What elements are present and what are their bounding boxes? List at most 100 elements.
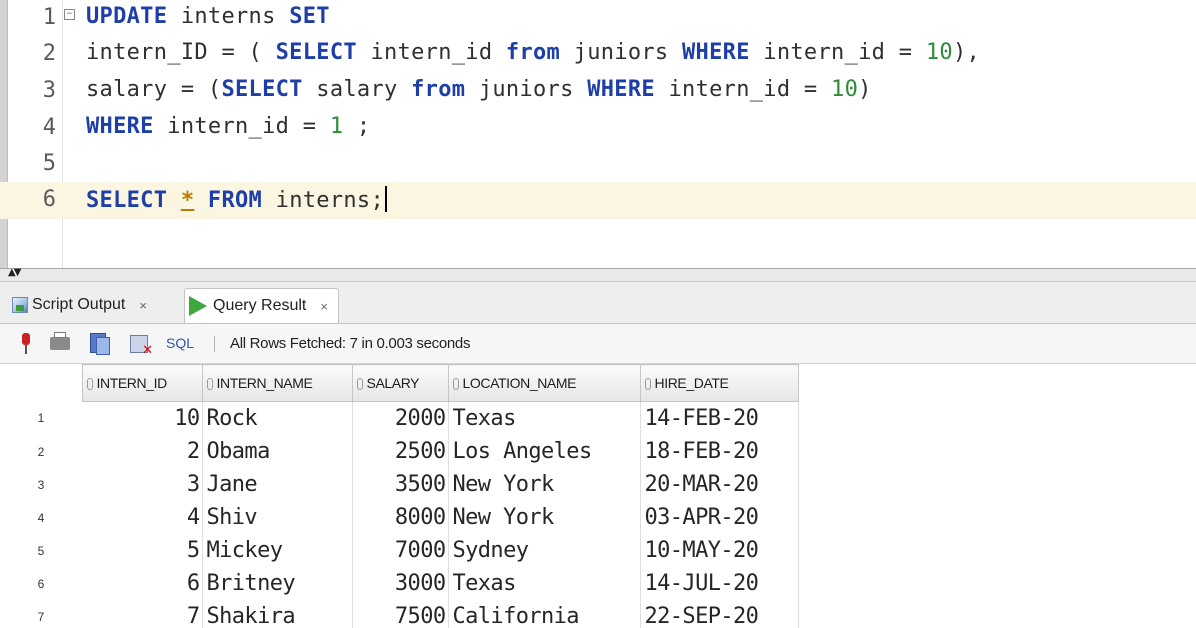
cell-hire-date[interactable]: 22-SEP-20 bbox=[640, 600, 799, 628]
sql-number: 10 bbox=[925, 40, 953, 65]
cell-intern-name[interactable]: Shakira bbox=[202, 600, 353, 628]
sql-editor[interactable]: 1 − UPDATE interns SET 2 intern_ID = ( S… bbox=[0, 0, 1196, 268]
cell-intern-id[interactable]: 4 bbox=[82, 501, 203, 534]
toolbar-separator bbox=[214, 336, 215, 352]
cell-hire-date[interactable]: 10-MAY-20 bbox=[640, 534, 799, 567]
cell-hire-date[interactable]: 14-FEB-20 bbox=[640, 401, 799, 435]
sort-icon bbox=[86, 378, 93, 390]
column-header-intern-name[interactable]: INTERN_NAME bbox=[201, 364, 353, 402]
sql-number: 10 bbox=[831, 77, 859, 102]
cell-location-name[interactable]: New York bbox=[448, 468, 641, 501]
table-row[interactable]: 5 5 Mickey 7000 Sydney 10-MAY-20 bbox=[0, 534, 799, 567]
code-line-1[interactable]: 1 − UPDATE interns SET bbox=[0, 0, 1196, 37]
row-number: 6 bbox=[37, 576, 45, 591]
query-result-grid[interactable]: INTERN_ID INTERN_NAME SALARY LOCATION_NA… bbox=[0, 364, 1196, 628]
cell-salary[interactable]: 3000 bbox=[352, 567, 449, 600]
close-icon[interactable]: × bbox=[320, 299, 328, 314]
cell-salary[interactable]: 7500 bbox=[352, 600, 449, 628]
cell-location-name[interactable]: Sydney bbox=[448, 534, 641, 567]
table-row[interactable]: 3 3 Jane 3500 New York 20-MAR-20 bbox=[0, 468, 799, 501]
tab-script-output[interactable]: Script Output × bbox=[12, 288, 147, 322]
cell-hire-date[interactable]: 20-MAR-20 bbox=[640, 468, 799, 501]
tab-query-result[interactable]: Query Result × bbox=[184, 288, 339, 323]
table-row[interactable]: 2 2 Obama 2500 Los Angeles 18-FEB-20 bbox=[0, 435, 799, 468]
sort-icon bbox=[452, 378, 459, 390]
column-header-salary[interactable]: SALARY bbox=[351, 364, 449, 402]
cell-location-name[interactable]: Texas bbox=[448, 401, 641, 435]
cell-intern-id[interactable]: 5 bbox=[82, 534, 203, 567]
sql-keyword: SELECT bbox=[86, 188, 168, 213]
cell-intern-id[interactable]: 2 bbox=[82, 435, 203, 468]
cell-hire-date[interactable]: 03-APR-20 bbox=[640, 501, 799, 534]
cell-intern-name[interactable]: Obama bbox=[202, 435, 353, 468]
code-line-5[interactable]: 5 bbox=[0, 146, 1196, 183]
code-line-4[interactable]: 4 WHERE intern_id = 1 ; bbox=[0, 110, 1196, 147]
result-toolbar: SQL All Rows Fetched: 7 in 0.003 seconds bbox=[0, 324, 1196, 364]
pin-icon[interactable] bbox=[16, 333, 36, 355]
collapse-arrows-icon[interactable]: ▲▼ bbox=[8, 267, 21, 278]
pane-splitter[interactable]: ▲▼ bbox=[0, 267, 1196, 282]
row-number-header bbox=[0, 364, 83, 402]
cell-salary[interactable]: 2000 bbox=[352, 401, 449, 435]
row-number: 1 bbox=[37, 411, 45, 426]
cell-location-name[interactable]: California bbox=[448, 600, 641, 628]
code-text[interactable]: intern_ID = ( SELECT intern_id from juni… bbox=[86, 40, 980, 65]
cancel-fetch-icon[interactable] bbox=[130, 333, 153, 358]
cell-intern-name[interactable]: Mickey bbox=[202, 534, 353, 567]
close-icon[interactable]: × bbox=[139, 298, 147, 313]
sql-text: intern_id = bbox=[654, 77, 832, 102]
code-text[interactable]: SELECT * FROM interns; bbox=[86, 186, 388, 213]
cell-intern-id[interactable]: 10 bbox=[82, 401, 203, 435]
print-icon[interactable] bbox=[50, 332, 70, 355]
code-line-6-current[interactable]: 6 SELECT * FROM interns; bbox=[0, 182, 1196, 219]
cell-location-name[interactable]: Texas bbox=[448, 567, 641, 600]
cell-salary[interactable]: 2500 bbox=[352, 435, 449, 468]
sql-keyword: SELECT bbox=[221, 77, 303, 102]
code-text[interactable]: UPDATE interns SET bbox=[86, 4, 330, 29]
fold-toggle-icon[interactable]: − bbox=[64, 9, 75, 20]
cell-intern-id[interactable]: 7 bbox=[82, 600, 203, 628]
column-header-hire-date[interactable]: HIRE_DATE bbox=[639, 364, 799, 402]
sql-keyword: SET bbox=[289, 4, 330, 29]
result-table: INTERN_ID INTERN_NAME SALARY LOCATION_NA… bbox=[0, 364, 799, 628]
code-line-2[interactable]: 2 intern_ID = ( SELECT intern_id from ju… bbox=[0, 36, 1196, 73]
cell-intern-name[interactable]: Shiv bbox=[202, 501, 353, 534]
sql-keyword: WHERE bbox=[682, 40, 750, 65]
sql-keyword: from bbox=[411, 77, 466, 102]
cell-intern-name[interactable]: Jane bbox=[202, 468, 353, 501]
code-text[interactable]: salary = (SELECT salary from juniors WHE… bbox=[86, 77, 872, 102]
cell-intern-name[interactable]: Rock bbox=[202, 401, 353, 435]
cell-hire-date[interactable]: 14-JUL-20 bbox=[640, 567, 799, 600]
sql-text: ; bbox=[343, 114, 371, 139]
sql-text: ), bbox=[952, 40, 981, 65]
export-icon[interactable] bbox=[90, 333, 110, 355]
table-row[interactable]: 7 7 Shakira 7500 California 22-SEP-20 bbox=[0, 600, 799, 628]
code-text[interactable]: WHERE intern_id = 1 ; bbox=[86, 114, 370, 139]
line-number: 1 bbox=[42, 5, 56, 30]
cell-salary[interactable]: 3500 bbox=[352, 468, 449, 501]
table-row[interactable]: 4 4 Shiv 8000 New York 03-APR-20 bbox=[0, 501, 799, 534]
cell-hire-date[interactable]: 18-FEB-20 bbox=[640, 435, 799, 468]
column-header-location-name[interactable]: LOCATION_NAME bbox=[447, 364, 641, 402]
cell-salary[interactable]: 8000 bbox=[352, 501, 449, 534]
cell-intern-id[interactable]: 6 bbox=[82, 567, 203, 600]
header-row: INTERN_ID INTERN_NAME SALARY LOCATION_NA… bbox=[0, 364, 799, 402]
cell-location-name[interactable]: New York bbox=[448, 501, 641, 534]
cell-intern-name[interactable]: Britney bbox=[202, 567, 353, 600]
sql-text: juniors bbox=[560, 40, 683, 65]
code-line-3[interactable]: 3 salary = (SELECT salary from juniors W… bbox=[0, 73, 1196, 110]
cell-salary[interactable]: 7000 bbox=[352, 534, 449, 567]
sql-text: salary = ( bbox=[86, 77, 222, 102]
sql-button[interactable]: SQL bbox=[166, 335, 194, 351]
fetch-status: All Rows Fetched: 7 in 0.003 seconds bbox=[230, 335, 471, 352]
table-row[interactable]: 1 10 Rock 2000 Texas 14-FEB-20 bbox=[0, 401, 799, 435]
cell-intern-id[interactable]: 3 bbox=[82, 468, 203, 501]
column-header-intern-id[interactable]: INTERN_ID bbox=[81, 364, 203, 402]
table-row[interactable]: 6 6 Britney 3000 Texas 14-JUL-20 bbox=[0, 567, 799, 600]
sql-text: interns bbox=[167, 4, 290, 29]
sort-icon bbox=[356, 378, 363, 390]
cell-location-name[interactable]: Los Angeles bbox=[448, 435, 641, 468]
row-number: 5 bbox=[37, 543, 45, 558]
sql-text: intern_id = bbox=[749, 40, 926, 65]
